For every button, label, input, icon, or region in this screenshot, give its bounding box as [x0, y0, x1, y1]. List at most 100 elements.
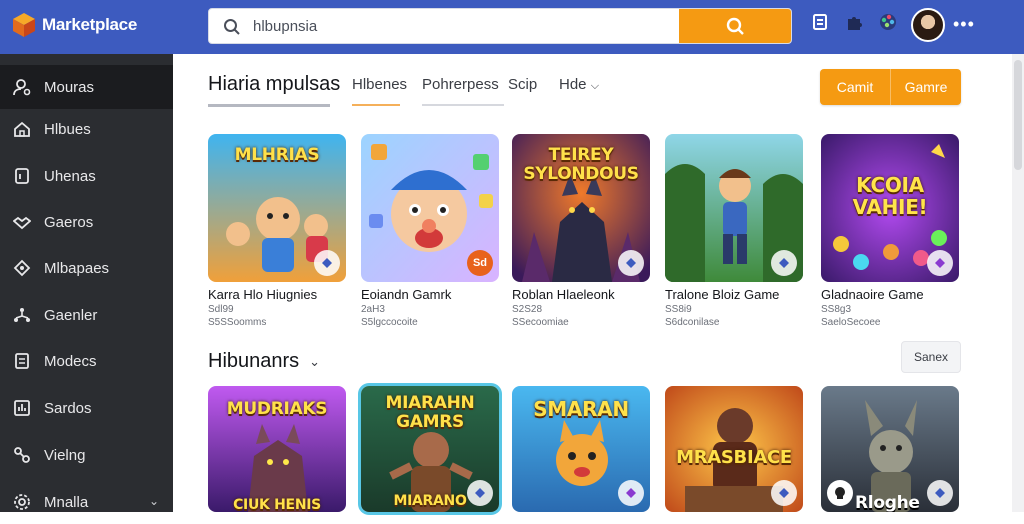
- sidebar-item-label: Mlbapaes: [44, 259, 110, 277]
- camit-button[interactable]: Camit: [820, 69, 890, 105]
- game-meta: SS8g3: [821, 304, 852, 315]
- cube-logo-icon: [13, 13, 35, 37]
- game-meta: S2S28: [512, 304, 543, 315]
- palette-icon[interactable]: [878, 12, 898, 32]
- scrollbar[interactable]: [1012, 54, 1024, 512]
- sidebar-item-gaenler[interactable]: Gaenler: [0, 293, 173, 337]
- game-name[interactable]: Gladnaoire Game: [821, 287, 924, 302]
- game-thumbnail[interactable]: TEIREY SYLONDOUS: [512, 134, 650, 282]
- search-icon: [726, 17, 744, 35]
- tools-icon: [12, 445, 32, 465]
- app-logo[interactable]: Marketplace: [12, 12, 137, 38]
- app-name: Marketplace: [42, 15, 137, 34]
- sidebar-item-vielng[interactable]: Vielng: [0, 433, 173, 477]
- sidebar-item-label: Gaeros: [44, 213, 94, 231]
- game-thumbnail[interactable]: MRASBIACE: [665, 386, 803, 512]
- game-thumbnail[interactable]: SMARAN: [512, 386, 650, 512]
- game-meta: S5SSoomms: [208, 317, 267, 328]
- sidebar: Mouras Hlbues Uhenas Gaeros Mlbapaes Gae…: [0, 54, 173, 512]
- controller-icon[interactable]: [927, 250, 953, 276]
- sidebar-item-hlbues[interactable]: Hlbues: [0, 107, 173, 151]
- sidebar-item-label: Vielng: [44, 446, 86, 464]
- game-thumbnail[interactable]: MLHRIAS: [208, 134, 346, 282]
- game-meta: S5lgccocoite: [361, 317, 418, 328]
- sidebar-item-mlbapaes[interactable]: Mlbapaes: [0, 246, 173, 290]
- game-thumbnail[interactable]: KCOIA VAHIE!: [821, 134, 959, 282]
- sidebar-item-uhenas[interactable]: Uhenas: [0, 154, 173, 198]
- search-icon: [224, 19, 240, 35]
- game-subtitle-art: CIUK HENIS: [233, 497, 321, 512]
- game-name[interactable]: Roblan Hlaeleonk: [512, 287, 615, 302]
- chart-icon: [12, 398, 32, 418]
- tab-hlbenes-underline: [352, 104, 400, 106]
- game-meta: SS8i9: [665, 304, 692, 315]
- game-name[interactable]: Eoiandn Gamrk: [361, 287, 451, 302]
- user-avatar[interactable]: [911, 8, 945, 42]
- chevron-down-icon[interactable]: ⌄: [149, 494, 159, 508]
- game-thumbnail[interactable]: [665, 134, 803, 282]
- search-button[interactable]: [679, 9, 791, 43]
- tab-main[interactable]: Hiaria mpulsas: [208, 73, 340, 96]
- controller-icon[interactable]: [771, 250, 797, 276]
- game-title-art: TEIREY SYLONDOUS: [523, 145, 639, 184]
- sidebar-item-label: Mouras: [44, 78, 95, 96]
- game-thumbnail[interactable]: Sd: [361, 134, 499, 282]
- controller-icon[interactable]: [314, 250, 340, 276]
- scroll-thumb[interactable]: [1014, 60, 1022, 170]
- sidebar-item-label: Uhenas: [44, 167, 96, 185]
- sidebar-item-modecs[interactable]: Modecs: [0, 339, 173, 383]
- sidebar-item-label: Gaenler: [44, 306, 98, 324]
- puzzle-icon[interactable]: [844, 12, 864, 32]
- sidebar-item-mouras[interactable]: Mouras: [0, 65, 173, 109]
- tab-hde[interactable]: Hde ⌵: [559, 76, 599, 93]
- game-name[interactable]: Karra Hlo Hiugnies: [208, 287, 317, 302]
- tab-pohrerpess-underline: [422, 104, 504, 106]
- game-button-group: Camit Gamre: [820, 69, 961, 105]
- game-thumbnail[interactable]: Rloghe: [821, 386, 959, 512]
- game-meta: SSecoomiae: [512, 317, 569, 328]
- score-badge: Sd: [467, 250, 493, 276]
- game-name[interactable]: Tralone Bloiz Game: [665, 287, 779, 302]
- sidebar-item-label: Modecs: [44, 352, 97, 370]
- controller-icon[interactable]: [618, 250, 644, 276]
- sidebar-item-gaeros[interactable]: Gaeros: [0, 200, 173, 244]
- game-meta: 2aH3: [361, 304, 385, 315]
- controller-icon[interactable]: [467, 480, 493, 506]
- tab-hlbenes[interactable]: Hlbenes: [352, 76, 407, 93]
- network-icon: [12, 305, 32, 325]
- controller-icon[interactable]: [618, 480, 644, 506]
- see-more-button[interactable]: Sanex: [901, 341, 961, 373]
- skull-icon: [827, 480, 853, 506]
- search-input[interactable]: [253, 9, 673, 43]
- sidebar-item-sardos[interactable]: Sardos: [0, 386, 173, 430]
- chevron-down-icon: ⌄: [309, 353, 321, 369]
- tab-scip[interactable]: Scip: [508, 76, 537, 93]
- handshake-icon: [12, 212, 32, 232]
- tag-icon: [12, 258, 32, 278]
- more-options-icon[interactable]: •••: [953, 14, 975, 35]
- sidebar-item-label: Mnalla: [44, 493, 89, 511]
- home-icon: [12, 119, 32, 139]
- tab-pohrerpess[interactable]: Pohrerpess: [422, 76, 499, 93]
- game-meta: S6dconilase: [665, 317, 720, 328]
- list-icon: [12, 351, 32, 371]
- game-thumbnail[interactable]: MIARAHN GAMRS MIARANO: [361, 386, 499, 512]
- notes-icon[interactable]: [810, 12, 830, 32]
- section-title[interactable]: Hibunanrs ⌄: [208, 350, 320, 373]
- square-icon: [12, 166, 32, 186]
- top-icons: [810, 12, 898, 32]
- controller-icon[interactable]: [771, 480, 797, 506]
- gamre-button[interactable]: Gamre: [890, 69, 961, 105]
- sidebar-item-label: Hlbues: [44, 120, 91, 138]
- top-bar: Marketplace •••: [0, 0, 1024, 54]
- tab-hde-label: Hde: [559, 76, 587, 93]
- search-bar: [208, 8, 792, 44]
- sidebar-item-mnalla[interactable]: Mnalla ⌄: [0, 480, 173, 524]
- game-title-art: MIARAHN GAMRS: [385, 393, 475, 432]
- game-thumbnail[interactable]: MUDRIAKS CIUK HENIS: [208, 386, 346, 512]
- sidebar-item-label: Sardos: [44, 399, 92, 417]
- tab-main-underline: [208, 104, 330, 107]
- game-title-art: MUDRIAKS: [226, 399, 328, 419]
- chevron-down-icon: ⌵: [590, 80, 600, 92]
- controller-icon[interactable]: [927, 480, 953, 506]
